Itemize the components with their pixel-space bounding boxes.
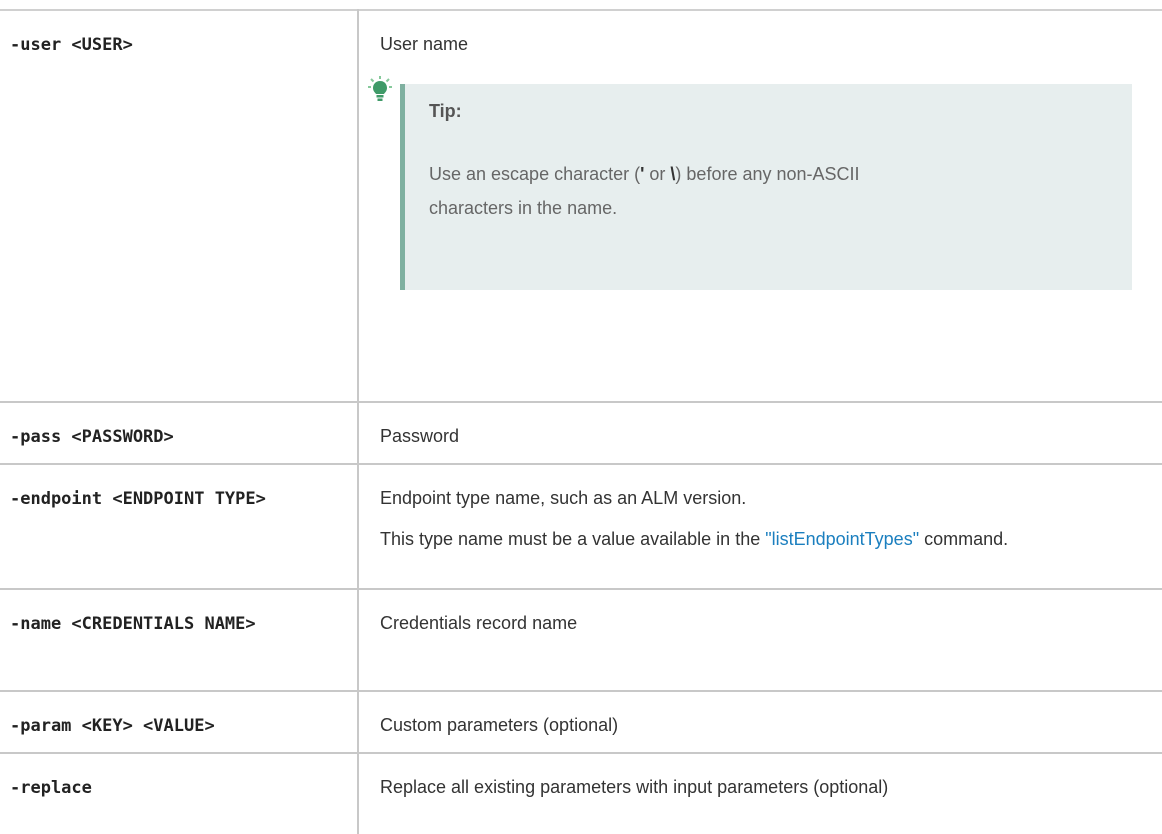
description-text: User name [380, 34, 469, 54]
table-row: -param <KEY> <VALUE> Custom parameters (… [0, 690, 1162, 753]
description-text: Password [380, 426, 460, 446]
description-cell: Password [358, 401, 1162, 464]
description-text: Custom parameters (optional) [380, 715, 619, 735]
description-cell: Endpoint type name, such as an ALM versi… [358, 463, 1162, 589]
param-cell: -name <CREDENTIALS NAME> [0, 588, 359, 691]
description-cell: Custom parameters (optional) [358, 690, 1162, 753]
table-row: -endpoint <ENDPOINT TYPE> Endpoint type … [0, 463, 1162, 589]
lightbulb-icon [368, 76, 392, 101]
description-text: Credentials record name [380, 613, 578, 633]
tip-text: Use an escape character (' or \) before … [429, 164, 860, 218]
table-row: -name <CREDENTIALS NAME> Credentials rec… [0, 588, 1162, 691]
param-cell: -param <KEY> <VALUE> [0, 690, 359, 753]
table-row: -replace Replace all existing parameters… [0, 752, 1162, 834]
param-cell: -replace [0, 752, 359, 834]
description-cell: User name Tip: Use an escape character (… [358, 9, 1162, 402]
param-name: -endpoint <ENDPOINT TYPE> [10, 489, 266, 509]
description-text-2: This type name must be a value available… [380, 529, 1009, 549]
table-row: -user <USER> User name Tip: Use an escap… [0, 9, 1162, 402]
tip-box: Tip: Use an escape character (' or \) be… [400, 84, 1132, 290]
param-cell: -endpoint <ENDPOINT TYPE> [0, 463, 359, 589]
list-endpoint-types-link[interactable]: "listEndpointTypes" [765, 529, 919, 549]
description-text: Replace all existing parameters with inp… [380, 777, 889, 797]
param-cell: -user <USER> [0, 9, 359, 402]
tip-title: Tip: [429, 101, 462, 121]
tip-note: Tip: Use an escape character (' or \) be… [368, 76, 1142, 290]
parameters-table: -user <USER> User name Tip: Use an escap… [0, 9, 1162, 834]
param-name: -replace [10, 778, 92, 798]
description-cell: Credentials record name [358, 588, 1162, 691]
description-cell: Replace all existing parameters with inp… [358, 752, 1162, 834]
table-row: -pass <PASSWORD> Password [0, 401, 1162, 464]
param-cell: -pass <PASSWORD> [0, 401, 359, 464]
param-name: -pass <PASSWORD> [10, 427, 174, 447]
param-name: -name <CREDENTIALS NAME> [10, 614, 256, 634]
description-text: Endpoint type name, such as an ALM versi… [380, 488, 747, 508]
param-name: -user <USER> [10, 35, 133, 55]
